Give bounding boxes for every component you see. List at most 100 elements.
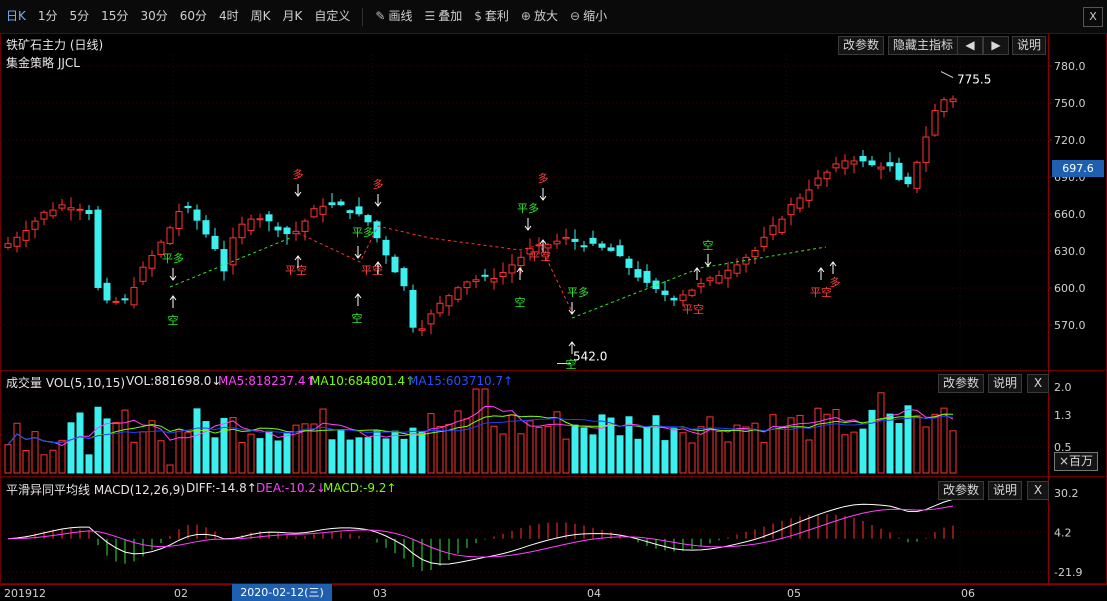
candle-body [580,245,588,248]
volume-bar [319,408,327,474]
volume-bar [724,441,732,474]
candle-body [283,227,291,235]
volume-bar [859,428,867,474]
volume-bar [364,437,372,474]
volume-bar [229,417,237,474]
candle-body [589,237,597,244]
candle-body [598,243,606,248]
volume-close-button[interactable]: X [1027,374,1049,393]
volume-bar [328,439,336,474]
price-tick-label: 720.0 [1054,134,1086,147]
macd-help-button[interactable]: 说明 [988,481,1023,500]
trade-signal-label: 平空 [529,249,551,263]
volume-bar [184,431,192,474]
volume-bar [760,441,768,474]
volume-bar [553,411,561,474]
hide-main-indicator-button[interactable]: 隐藏主指标 [888,36,959,55]
candle-body [310,208,318,218]
volume-bar [265,430,273,474]
candle-body [166,227,174,244]
candle-body [22,230,30,241]
candle-body [544,244,552,249]
candle-body [508,264,516,274]
volume-bar [508,414,516,474]
volume-bar [733,424,741,474]
high-price-label: 775.5 [957,73,991,87]
candle-body [67,207,75,211]
candle-body [859,155,867,162]
volume-bar [121,409,129,474]
macd-close-button[interactable]: X [1027,481,1049,500]
candle-body [121,298,129,301]
macd-params-button[interactable]: 改参数 [938,481,985,500]
macd-diff-value: DIFF:-14.8↑ [186,481,257,495]
trade-signal-label: 空 [566,357,577,371]
volume-bar [112,421,120,474]
volume-bar [175,429,183,474]
candle-body [373,221,381,239]
prev-arrow-button[interactable]: ◀ [957,36,983,55]
month-label: 03 [373,587,387,600]
volume-bar [535,426,543,474]
trade-signal-label: 平多 [567,285,589,299]
volume-bar [85,454,93,474]
main-params-button[interactable]: 改参数 [838,36,885,55]
instrument-title: 铁矿石主力 (日线) [6,38,104,52]
volume-bar [868,409,876,474]
volume-bar [634,438,642,474]
trade-signal-label: 平多 [162,251,184,265]
volume-bar [67,422,75,474]
next-arrow-button[interactable]: ▶ [983,36,1009,55]
candle-body [364,215,372,223]
candle-body [418,328,426,331]
volume-bar [238,442,246,474]
kline-chart-canvas: 780.0750.0720.0690.0660.0630.0600.0570.0… [0,33,1107,600]
candle-body [112,300,120,303]
volume-help-button[interactable]: 说明 [988,374,1023,393]
candle-body [787,204,795,216]
volume-bar [688,442,696,474]
macd-diff-line [7,498,954,565]
candle-body [823,171,831,180]
volume-bar [580,427,588,474]
volume-bar [148,420,156,474]
price-tick-label: 750.0 [1054,97,1086,110]
volume-bar [940,407,948,474]
month-label: 04 [587,587,601,600]
candle-body [238,223,246,239]
volume-bar [193,408,201,474]
volume-bar [427,413,435,474]
candle-body [319,205,327,215]
candle-body [607,247,615,251]
volume-bar [706,416,714,474]
candle-body [391,256,399,273]
candle-body [517,256,525,267]
candle-body [256,218,264,221]
volume-tick-label: 1.3 [1054,409,1072,422]
volume-bar [652,415,660,474]
candle-body [202,220,210,235]
main-help-button[interactable]: 说明 [1012,36,1047,55]
volume-bar [877,392,885,474]
high-marker-line [940,71,954,78]
candle-body [571,238,579,242]
volume-bar [598,414,606,474]
volume-bar [904,405,912,474]
candle-body [265,214,273,222]
volume-bar [490,425,498,474]
volume-params-button[interactable]: 改参数 [938,374,985,393]
volume-bar [850,431,858,474]
trade-signal-label: 平空 [285,263,307,277]
volume-title: 成交量 VOL(5,10,15) [6,376,126,390]
candle-body [850,160,858,165]
volume-bar [139,431,147,474]
month-label: 05 [787,587,801,600]
volume-bar [589,434,597,474]
volume-bar [274,440,282,474]
volume-bar [571,424,579,474]
trade-signal-label: 平多 [352,225,374,239]
trade-signal-label: 多 [373,177,384,191]
candle-body [499,272,507,278]
volume-bar [157,440,165,474]
candle-body [490,278,498,283]
